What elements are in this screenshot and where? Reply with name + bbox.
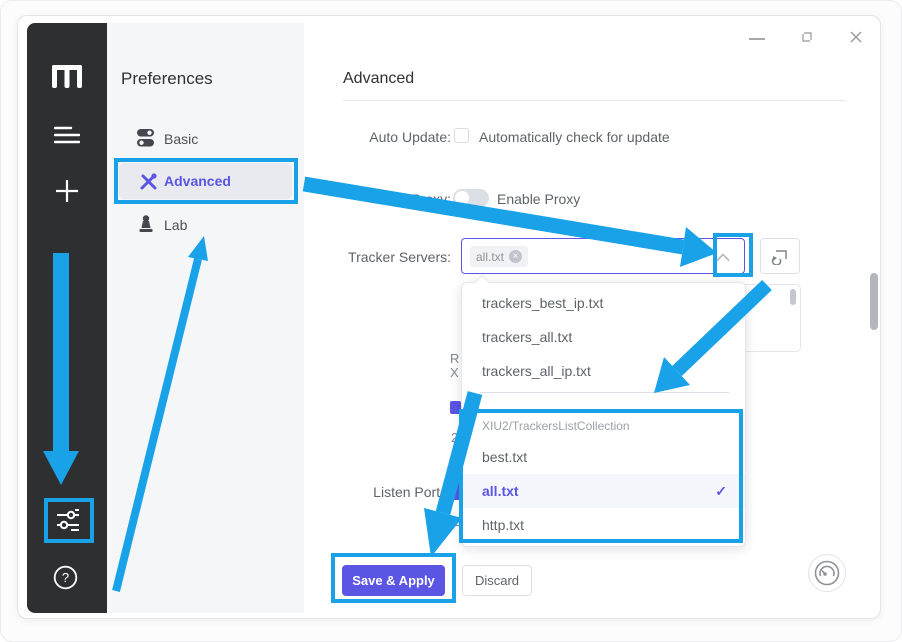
content-scrollbar[interactable] [870,273,878,330]
selected-tag: all.txt × [470,246,528,267]
toggles-icon [136,128,155,148]
preferences-sliders-icon [55,507,81,533]
selected-tag-label: all.txt [476,250,504,264]
listen-ports-label: Listen Ports: [301,484,451,500]
dropdown-option[interactable]: http.txt [462,508,745,542]
dropdown-option-label: all.txt [482,483,519,499]
sidebar-item-label: Advanced [164,173,231,189]
proxy-toggle[interactable] [453,189,489,207]
auto-update-checkbox[interactable] [454,128,469,143]
obscured-input-fragment [452,480,461,500]
auto-update-label: Auto Update: [301,129,451,145]
sidebar-item-basic[interactable]: Basic [119,123,292,155]
obscured-checkbox-fragment [450,401,461,414]
proxy-toggle-label: Enable Proxy [497,191,580,207]
dropdown-option[interactable]: best.txt [462,440,745,474]
tracker-servers-select[interactable]: all.txt × [461,238,745,274]
dropdown-option[interactable]: trackers_best_ip.txt [462,286,745,320]
preferences-panel-title: Preferences [121,69,213,89]
sidebar-item-task-list[interactable] [51,121,83,149]
help-icon: ? [53,565,78,590]
toggle-knob [455,191,469,205]
lab-icon [138,215,154,234]
speedometer-icon [814,560,840,586]
discard-button[interactable]: Discard [462,565,532,596]
sync-icon [771,247,789,265]
page: ? Preferences Basic Advanced Lab Ad [0,0,902,642]
obscured-fragment: X [450,365,459,380]
sidebar-item-help[interactable]: ? [52,564,78,590]
svg-text:?: ? [61,570,68,585]
sync-trackers-button[interactable] [760,238,800,274]
restore-button[interactable] [794,25,820,49]
obscured-fragment: E [452,514,461,529]
minimize-icon [749,38,765,40]
tag-remove-icon[interactable]: × [509,250,522,263]
speed-limit-button[interactable] [808,554,846,592]
obscured-fragment: R [450,351,459,366]
sidebar-item-label: Basic [164,131,198,147]
sidebar-item-add-task[interactable] [53,177,81,205]
sidebar-item-label: Lab [164,217,187,233]
tools-icon [139,172,158,191]
sidebar-item-advanced[interactable]: Advanced [119,163,292,199]
task-list-icon [54,125,80,145]
dropdown-group-label: XIU2/TrackersListCollection [462,415,745,437]
page-title: Advanced [343,70,414,88]
save-apply-button[interactable]: Save & Apply [342,565,445,596]
auto-update-checkbox-label: Automatically check for update [479,129,670,145]
dropdown-option[interactable]: trackers_all_ip.txt [462,354,745,388]
motrix-logo [49,61,85,91]
dropdown-option-selected[interactable]: all.txt ✓ [462,474,745,508]
close-button[interactable] [843,25,869,49]
dropdown-option[interactable]: trackers_all.txt [462,320,745,354]
tracker-select-dropdown: trackers_best_ip.txt trackers_all.txt tr… [461,282,746,547]
chevron-up-icon [716,253,730,262]
minimize-button[interactable] [743,27,771,51]
restore-icon [800,30,814,44]
add-task-icon [55,179,79,203]
obscured-fragment: 2 [451,430,458,445]
proxy-label: Proxy: [301,191,451,207]
check-icon: ✓ [715,474,727,508]
textarea-scrollbar[interactable] [790,289,796,305]
title-divider [343,100,846,101]
preferences-panel [107,23,304,613]
sidebar-item-preferences[interactable] [51,504,85,536]
close-icon [848,29,864,45]
tracker-servers-label: Tracker Servers: [301,249,451,265]
sidebar-item-lab[interactable]: Lab [119,209,292,241]
motrix-logo-icon [52,65,82,88]
dropdown-divider [480,392,729,393]
